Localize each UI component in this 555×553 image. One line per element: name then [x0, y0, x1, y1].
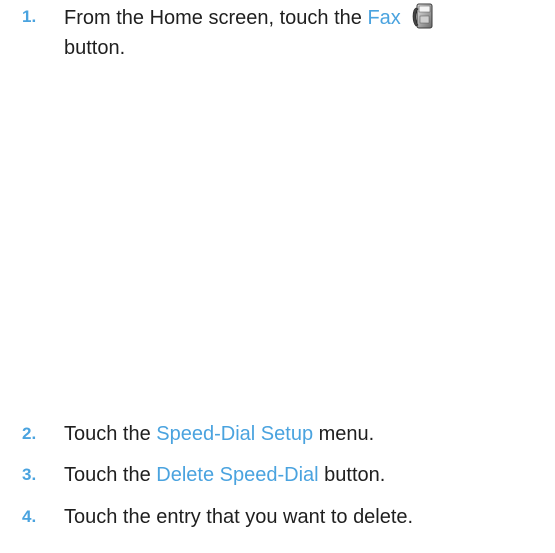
step-text: Touch the Delete Speed-Dial button.	[64, 460, 534, 490]
step-text-before: Touch the	[64, 423, 157, 445]
fax-icon	[410, 2, 434, 32]
fax-button-label: Fax	[367, 7, 401, 29]
step-text: Touch the entry that you want to delete.	[64, 506, 414, 528]
step-text: Touch the Speed-Dial Setup menu.	[64, 419, 534, 449]
step-text-before: Touch the	[64, 464, 157, 486]
step-text-before: From the Home screen, touch the	[64, 7, 368, 29]
step-number: 1.	[22, 7, 37, 26]
step-text-after: menu.	[313, 423, 375, 445]
step-number: 4.	[22, 507, 37, 526]
step-text-after: button.	[64, 37, 126, 59]
step-number: 3.	[22, 465, 37, 484]
speed-dial-setup-menu-label: Speed-Dial Setup	[156, 423, 314, 445]
step-text: From the Home screen, touch the Fax butt…	[64, 2, 534, 63]
step-text-after: button.	[318, 464, 386, 486]
delete-speed-dial-button-label: Delete Speed-Dial	[156, 464, 319, 486]
step-number: 2.	[22, 424, 37, 443]
